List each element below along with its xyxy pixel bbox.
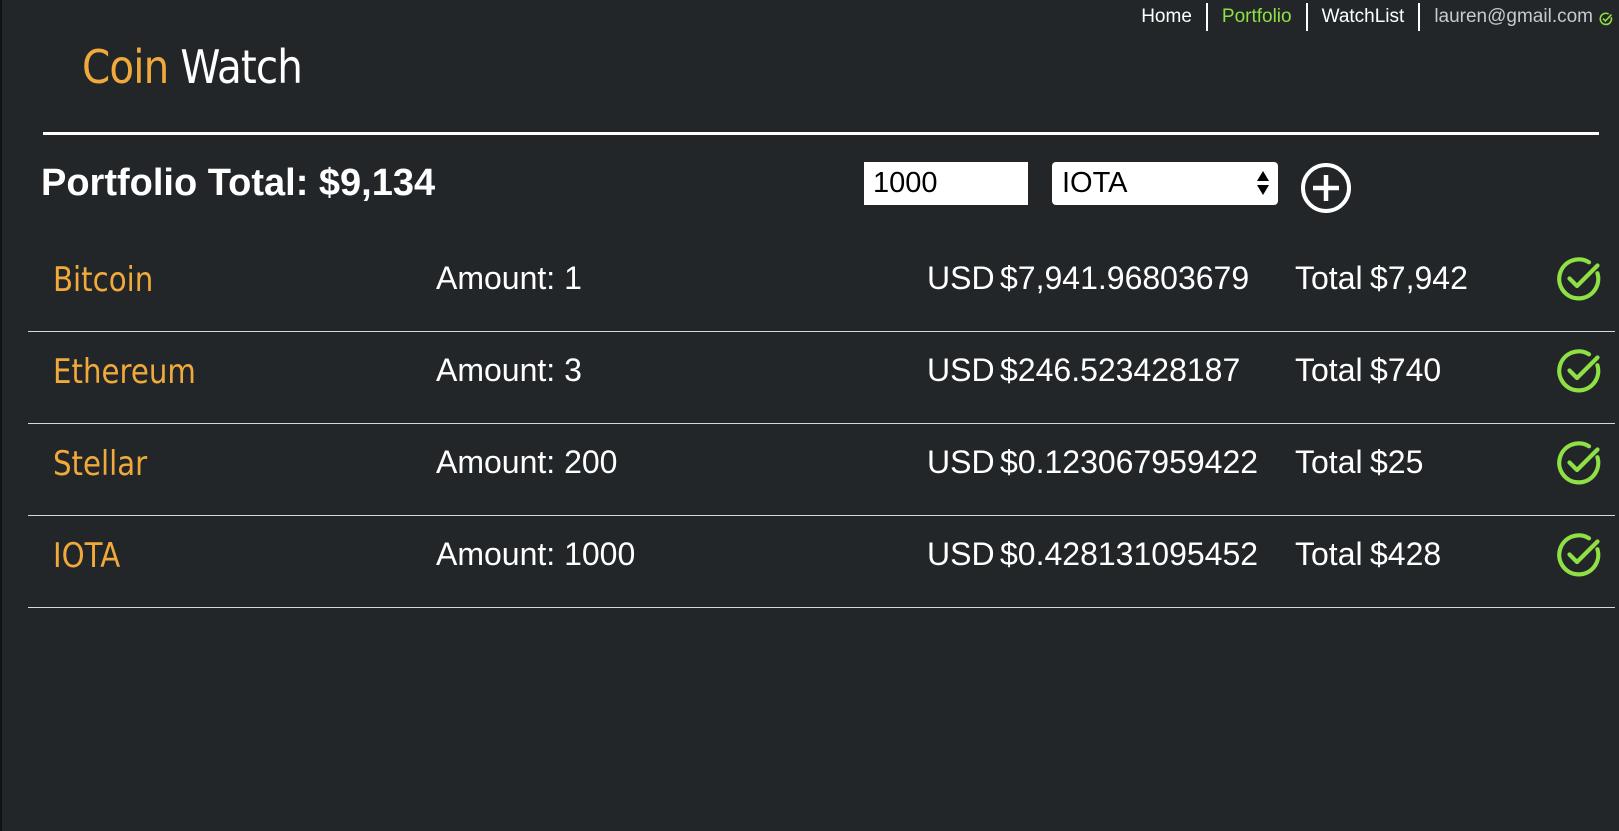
add-coin-button[interactable] <box>1300 162 1352 214</box>
select-arrows-icon <box>1257 171 1269 195</box>
app-logo[interactable]: Coin Watch <box>82 40 303 94</box>
portfolio-list: Bitcoin Amount: 1 USD $7,941.96803679 To… <box>28 240 1615 608</box>
coin-price: $7,941.96803679 <box>1000 260 1250 296</box>
usd-label: USD <box>927 260 995 296</box>
check-circle-icon[interactable] <box>1556 256 1602 302</box>
check-circle-icon[interactable] <box>1556 348 1602 394</box>
coin-price: $0.428131095452 <box>1000 536 1259 572</box>
plus-circle-icon <box>1301 163 1351 213</box>
list-item: IOTA Amount: 1000 USD $0.428131095452 To… <box>28 516 1615 608</box>
check-circle-icon[interactable] <box>1556 440 1602 486</box>
total-label: Total <box>1295 444 1363 480</box>
usd-label: USD <box>927 352 995 388</box>
usd-label: USD <box>927 444 995 480</box>
total-label: Total <box>1295 260 1363 296</box>
usd-label: USD <box>927 536 995 572</box>
coin-total: $7,942 <box>1370 260 1468 296</box>
coin-select[interactable]: IOTA <box>1052 162 1278 205</box>
total-label: Total <box>1295 536 1363 572</box>
amount-input[interactable] <box>864 162 1028 205</box>
coin-amount: Amount: 200 <box>436 444 618 480</box>
check-circle-icon[interactable] <box>1556 532 1602 578</box>
coin-total: $25 <box>1370 444 1424 480</box>
list-item: Stellar Amount: 200 USD $0.123067959422 … <box>28 424 1615 516</box>
coin-name[interactable]: Ethereum <box>53 352 196 392</box>
list-item: Ethereum Amount: 3 USD $246.523428187 To… <box>28 332 1615 424</box>
coin-amount: Amount: 3 <box>436 352 582 388</box>
logo-watch-text: Watch <box>180 40 303 94</box>
nav-portfolio-link[interactable]: Portfolio <box>1208 4 1306 30</box>
coin-name[interactable]: IOTA <box>53 536 120 576</box>
list-item: Bitcoin Amount: 1 USD $7,941.96803679 To… <box>28 240 1615 332</box>
app-page: Home Portfolio WatchList lauren@gmail.co… <box>0 0 1619 831</box>
user-email[interactable]: lauren@gmail.com <box>1420 4 1599 30</box>
coin-price: $0.123067959422 <box>1000 444 1259 480</box>
coin-name[interactable]: Stellar <box>53 444 147 484</box>
logo-coin-text: Coin <box>82 40 169 94</box>
coin-amount: Amount: 1000 <box>436 536 636 572</box>
nav-home-link[interactable]: Home <box>1127 4 1206 30</box>
header-divider <box>43 132 1599 135</box>
top-nav: Home Portfolio WatchList lauren@gmail.co… <box>1127 3 1613 31</box>
total-label: Total <box>1295 352 1363 388</box>
coin-price: $246.523428187 <box>1000 352 1241 388</box>
coin-total: $428 <box>1370 536 1442 572</box>
portfolio-total: Portfolio Total: $9,134 <box>41 162 436 204</box>
coin-name[interactable]: Bitcoin <box>53 260 153 300</box>
check-circle-icon <box>1599 10 1613 26</box>
coin-total: $740 <box>1370 352 1442 388</box>
nav-watchlist-link[interactable]: WatchList <box>1308 4 1419 30</box>
coin-select-value: IOTA <box>1062 167 1128 199</box>
coin-amount: Amount: 1 <box>436 260 582 296</box>
